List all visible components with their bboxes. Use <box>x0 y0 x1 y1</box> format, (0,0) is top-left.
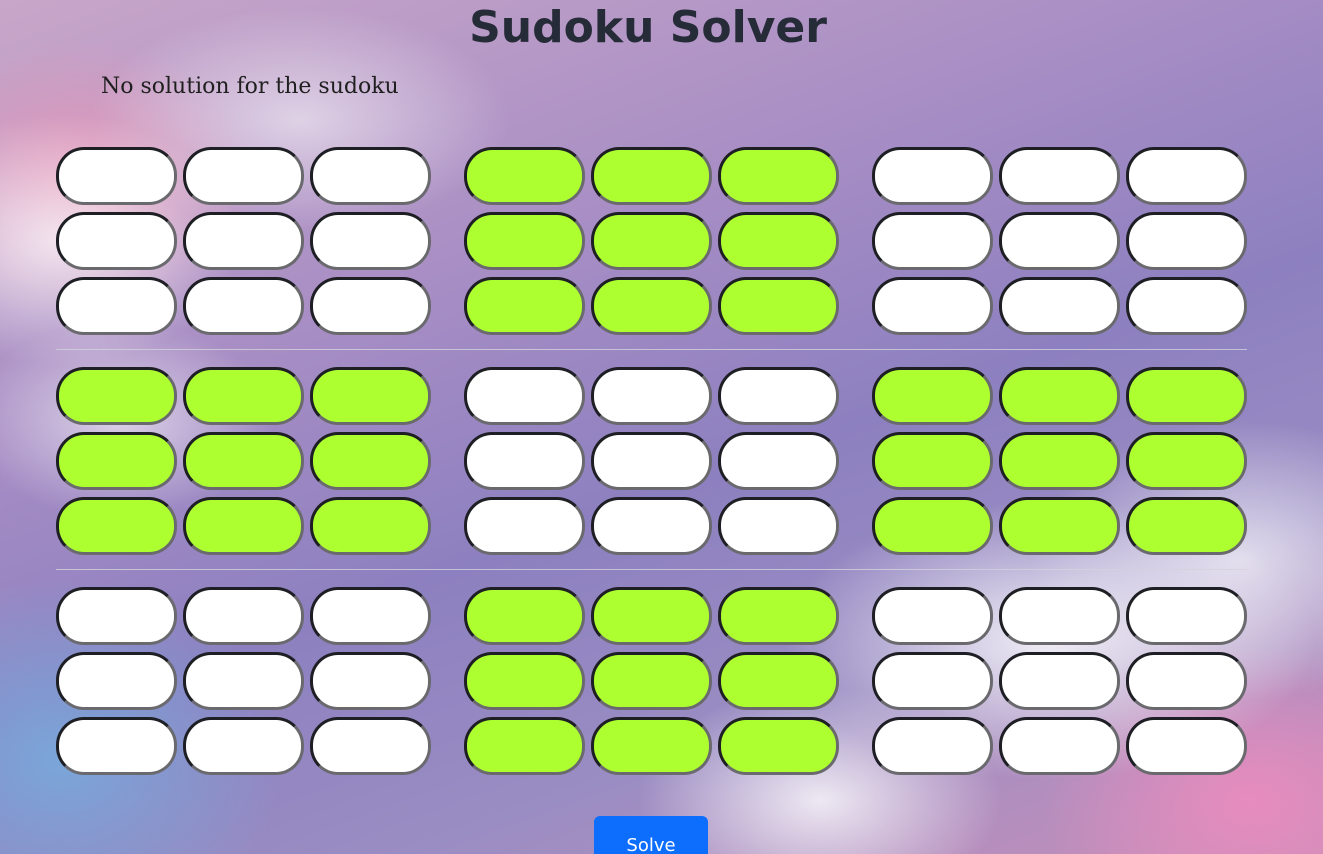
sudoku-cell[interactable] <box>183 432 304 490</box>
sudoku-cell[interactable] <box>872 367 993 425</box>
sudoku-cell[interactable] <box>464 147 585 205</box>
sudoku-cell[interactable] <box>183 717 304 775</box>
sudoku-cell[interactable] <box>464 277 585 335</box>
sudoku-cell[interactable] <box>56 277 177 335</box>
sudoku-cell[interactable] <box>1126 147 1247 205</box>
sudoku-cell[interactable] <box>1126 652 1247 710</box>
sudoku-cell[interactable] <box>310 652 431 710</box>
sudoku-cell[interactable] <box>872 652 993 710</box>
sudoku-cell[interactable] <box>999 497 1120 555</box>
sudoku-cell[interactable] <box>591 497 712 555</box>
sudoku-cell[interactable] <box>718 432 839 490</box>
sudoku-cell[interactable] <box>464 367 585 425</box>
sudoku-cell[interactable] <box>56 367 177 425</box>
sudoku-cell[interactable] <box>310 212 431 270</box>
sudoku-cell[interactable] <box>1126 432 1247 490</box>
sudoku-cell[interactable] <box>1126 212 1247 270</box>
sudoku-cell[interactable] <box>999 367 1120 425</box>
sudoku-box <box>872 367 1247 555</box>
sudoku-cell[interactable] <box>310 432 431 490</box>
sudoku-cell[interactable] <box>56 652 177 710</box>
sudoku-cell[interactable] <box>999 277 1120 335</box>
band-divider <box>56 349 1247 350</box>
sudoku-cell[interactable] <box>872 147 993 205</box>
sudoku-cell[interactable] <box>1126 277 1247 335</box>
sudoku-cell[interactable] <box>872 432 993 490</box>
sudoku-box <box>56 147 431 335</box>
sudoku-cell[interactable] <box>999 717 1120 775</box>
sudoku-cell[interactable] <box>56 717 177 775</box>
sudoku-cell[interactable] <box>464 497 585 555</box>
sudoku-cell[interactable] <box>591 587 712 645</box>
sudoku-cell[interactable] <box>591 212 712 270</box>
sudoku-cell[interactable] <box>56 147 177 205</box>
sudoku-cell[interactable] <box>183 147 304 205</box>
sudoku-cell[interactable] <box>718 147 839 205</box>
sudoku-cell[interactable] <box>1126 717 1247 775</box>
sudoku-cell[interactable] <box>872 717 993 775</box>
sudoku-cell[interactable] <box>718 212 839 270</box>
sudoku-cell[interactable] <box>1126 497 1247 555</box>
sudoku-cell[interactable] <box>183 277 304 335</box>
sudoku-cell[interactable] <box>999 147 1120 205</box>
sudoku-cell[interactable] <box>183 367 304 425</box>
sudoku-cell[interactable] <box>310 367 431 425</box>
solve-button[interactable]: Solve <box>594 816 708 854</box>
grid-band <box>56 147 1247 335</box>
sudoku-cell[interactable] <box>872 277 993 335</box>
sudoku-cell[interactable] <box>1126 587 1247 645</box>
sudoku-cell[interactable] <box>310 277 431 335</box>
sudoku-cell[interactable] <box>999 432 1120 490</box>
page-title: Sudoku Solver <box>469 2 827 53</box>
sudoku-box <box>56 587 431 775</box>
sudoku-cell[interactable] <box>464 652 585 710</box>
sudoku-cell[interactable] <box>591 277 712 335</box>
sudoku-cell[interactable] <box>183 652 304 710</box>
sudoku-cell[interactable] <box>56 212 177 270</box>
sudoku-cell[interactable] <box>718 587 839 645</box>
sudoku-cell[interactable] <box>872 497 993 555</box>
grid-band <box>56 367 1247 555</box>
sudoku-box <box>872 147 1247 335</box>
sudoku-cell[interactable] <box>718 367 839 425</box>
sudoku-cell[interactable] <box>872 587 993 645</box>
sudoku-cell[interactable] <box>183 497 304 555</box>
sudoku-cell[interactable] <box>591 652 712 710</box>
sudoku-cell[interactable] <box>718 497 839 555</box>
status-message: No solution for the sudoku <box>101 74 399 99</box>
sudoku-cell[interactable] <box>999 587 1120 645</box>
sudoku-cell[interactable] <box>591 367 712 425</box>
sudoku-cell[interactable] <box>464 587 585 645</box>
sudoku-cell[interactable] <box>464 432 585 490</box>
sudoku-cell[interactable] <box>183 212 304 270</box>
grid-band <box>56 587 1247 775</box>
sudoku-cell[interactable] <box>56 497 177 555</box>
sudoku-cell[interactable] <box>872 212 993 270</box>
sudoku-box <box>464 367 839 555</box>
sudoku-cell[interactable] <box>999 652 1120 710</box>
sudoku-cell[interactable] <box>591 717 712 775</box>
sudoku-box <box>872 587 1247 775</box>
sudoku-cell[interactable] <box>591 432 712 490</box>
sudoku-cell[interactable] <box>310 587 431 645</box>
sudoku-cell[interactable] <box>1126 367 1247 425</box>
sudoku-cell[interactable] <box>464 717 585 775</box>
sudoku-cell[interactable] <box>718 717 839 775</box>
sudoku-cell[interactable] <box>310 497 431 555</box>
sudoku-cell[interactable] <box>999 212 1120 270</box>
sudoku-cell[interactable] <box>464 212 585 270</box>
sudoku-cell[interactable] <box>310 147 431 205</box>
sudoku-cell[interactable] <box>56 587 177 645</box>
sudoku-grid <box>56 147 1247 775</box>
sudoku-cell[interactable] <box>183 587 304 645</box>
sudoku-cell[interactable] <box>591 147 712 205</box>
band-divider <box>56 569 1247 570</box>
sudoku-box <box>56 367 431 555</box>
sudoku-cell[interactable] <box>718 277 839 335</box>
sudoku-cell[interactable] <box>56 432 177 490</box>
sudoku-cell[interactable] <box>310 717 431 775</box>
sudoku-cell[interactable] <box>718 652 839 710</box>
sudoku-box <box>464 147 839 335</box>
sudoku-box <box>464 587 839 775</box>
